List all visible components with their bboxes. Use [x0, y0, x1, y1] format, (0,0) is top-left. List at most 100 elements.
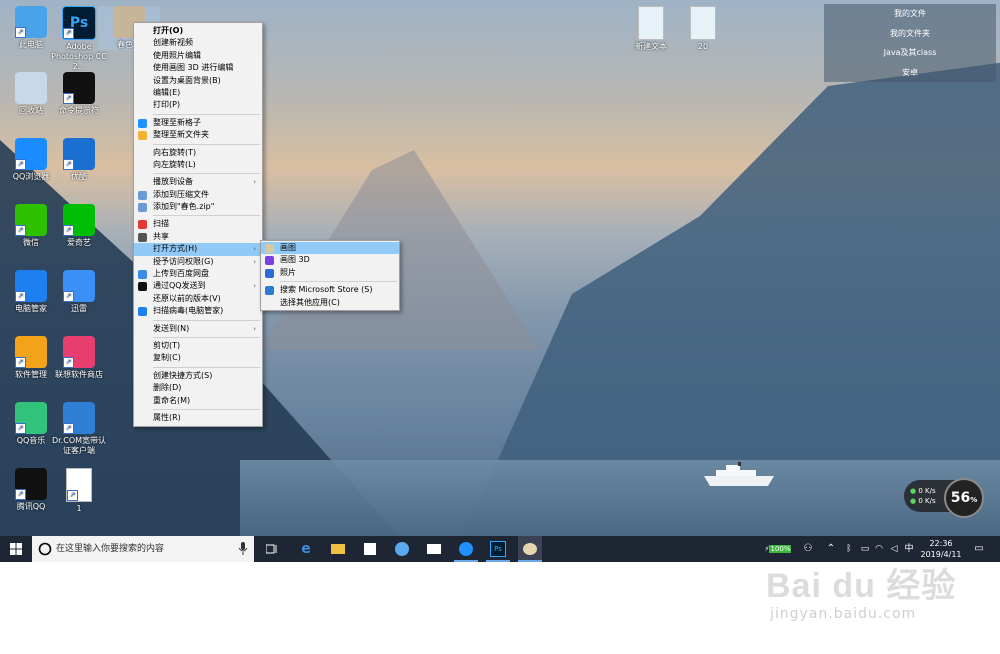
menu-item[interactable]: 属性(R)	[134, 412, 262, 424]
taskbar-qq-browser[interactable]	[454, 536, 478, 562]
desktop-icon-label: Dr.COM宽带认证客户端	[51, 436, 107, 455]
action-center-button[interactable]: ▭	[970, 536, 988, 562]
menu-item-label: 使用画图 3D 进行编辑	[153, 63, 234, 73]
menu-item[interactable]: 上传到百度网盘	[134, 268, 262, 280]
tray-battery[interactable]: ▭	[858, 536, 872, 562]
taskbar-photoshop[interactable]: Ps	[486, 536, 510, 562]
pc-manager-icon: ↗	[15, 270, 47, 302]
menu-item[interactable]: 重命名(M)	[134, 395, 262, 407]
desktop-icon[interactable]: ↗ 优酷	[48, 138, 110, 182]
desktop-icon[interactable]: 20	[672, 6, 734, 52]
panel-item-my-folder[interactable]: 我的文件夹	[824, 24, 996, 44]
chevron-right-icon: ›	[253, 245, 256, 254]
menu-item-label: 创建新视频	[153, 38, 193, 48]
menu-item[interactable]: 画图 3D	[261, 254, 399, 266]
show-hidden-icons[interactable]: ⌃	[824, 536, 838, 562]
desktop-icon[interactable]: ↗ 1	[48, 468, 110, 514]
task-view-button[interactable]	[262, 536, 282, 562]
desktop-icon-label: 命令提示符	[59, 106, 99, 115]
taskbar-mail[interactable]	[424, 536, 444, 562]
menu-item[interactable]: 剪切(T)	[134, 340, 262, 352]
menu-item[interactable]: 设置为桌面背景(B)	[134, 75, 262, 87]
menu-item-label: 向左旋转(L)	[153, 159, 196, 169]
menu-item-label: 授予访问权限(G)	[153, 256, 214, 266]
menu-item[interactable]: 整理至新格子	[134, 117, 262, 129]
qq-icon	[138, 282, 147, 292]
network-speed-widget[interactable]: ● 0 K/s ● 0 K/s 56%	[904, 478, 984, 518]
thunder-icon: ↗	[63, 270, 95, 302]
desktop-icon[interactable]: ↗ 联想软件商店	[48, 336, 110, 380]
menu-item[interactable]: 删除(D)	[134, 382, 262, 394]
tray-wifi[interactable]: ◠	[872, 536, 886, 562]
menu-item[interactable]: 通过QQ发送到 ›	[134, 280, 262, 292]
desktop[interactable]: ↗ 此电脑 Ps ↗ Adobe Photoshop CC 2... 春色... 回收站 ↗ 命…	[0, 0, 1000, 562]
menu-item[interactable]: 打印(P)	[134, 99, 262, 111]
open-with-submenu: 画图 画图 3D 照片搜索 Microsoft Store (S) 选择其他应用(C)	[260, 240, 400, 311]
people-button[interactable]: ⚇	[800, 536, 816, 562]
shortcut-arrow-icon: ↗	[63, 291, 74, 302]
scan-icon	[138, 220, 147, 230]
menu-item[interactable]: 编辑(E)	[134, 87, 262, 99]
start-button[interactable]	[0, 536, 32, 562]
panel-item-android[interactable]: 安卓	[824, 63, 996, 83]
desktop-icon-label: 1	[76, 504, 82, 513]
tray-volume[interactable]: ◁	[887, 536, 901, 562]
menu-item[interactable]: 整理至新文件夹	[134, 129, 262, 141]
battery-indicator[interactable]: ⚡100%	[762, 536, 794, 562]
menu-item[interactable]: 还原以前的版本(V)	[134, 293, 262, 305]
photos-icon	[265, 268, 274, 278]
menu-item[interactable]: 向左旋转(L)	[134, 159, 262, 171]
menu-item[interactable]: 选择其他应用(C)	[261, 297, 399, 309]
menu-item[interactable]: 共享	[134, 231, 262, 243]
microphone-icon[interactable]	[238, 542, 248, 556]
menu-item[interactable]: 画图	[261, 242, 399, 255]
menu-item[interactable]: 搜索 Microsoft Store (S)	[261, 284, 399, 296]
desktop-icon[interactable]: ↗ 爱奇艺	[48, 204, 110, 248]
desktop-icon[interactable]: ↗ 命令提示符	[48, 72, 110, 116]
ime-indicator[interactable]: 中	[902, 536, 916, 562]
shortcut-arrow-icon: ↗	[63, 357, 74, 368]
qq-browser-icon: ↗	[15, 138, 47, 170]
task-view-icon	[265, 544, 277, 554]
menu-item[interactable]: 创建新视频	[134, 37, 262, 49]
shortcut-arrow-icon: ↗	[15, 423, 26, 434]
menu-item[interactable]: 使用照片编辑	[134, 50, 262, 62]
menu-item[interactable]: 扫描	[134, 218, 262, 230]
qq-icon: ↗	[15, 468, 47, 500]
menu-item[interactable]: 添加到"春色.zip"	[134, 201, 262, 213]
taskbar-store[interactable]	[360, 536, 380, 562]
menu-item[interactable]: 添加到压缩文件	[134, 189, 262, 201]
taskbar-explorer[interactable]	[328, 536, 348, 562]
menu-item-label: 创建快捷方式(S)	[153, 370, 213, 380]
menu-item[interactable]: 打开方式(H) ›	[134, 243, 262, 256]
desktop-icon[interactable]: ↗ 迅雷	[48, 270, 110, 314]
menu-separator	[153, 319, 260, 321]
menu-item[interactable]: 发送到(N) ›	[134, 323, 262, 335]
menu-item[interactable]: 创建快捷方式(S)	[134, 370, 262, 382]
menu-item[interactable]: 照片	[261, 267, 399, 279]
menu-item[interactable]: 使用画图 3D 进行编辑	[134, 62, 262, 74]
panel-item-java[interactable]: Java及其class	[824, 43, 996, 63]
menu-item-label: 通过QQ发送到	[153, 281, 206, 291]
taskbar-clock-app[interactable]	[392, 536, 412, 562]
photoshop-icon: Ps	[490, 541, 506, 557]
menu-item[interactable]: 复制(C)	[134, 352, 262, 364]
clock[interactable]: 22:36 2019/4/11	[918, 536, 964, 564]
menu-item[interactable]: 播放到设备 ›	[134, 176, 262, 188]
upload-speed: 0 K/s	[918, 487, 936, 495]
menu-item[interactable]: 打开(O)	[134, 25, 262, 37]
computer-icon: ↗	[15, 6, 47, 38]
store-icon	[364, 543, 376, 555]
desktop-icon[interactable]: ↗ Dr.COM宽带认证客户端	[48, 402, 110, 456]
tray-bluetooth[interactable]: ᛒ	[842, 536, 856, 562]
taskbar-search-box[interactable]: 在这里输入你要搜索的内容	[32, 536, 254, 562]
shortcut-arrow-icon: ↗	[15, 159, 26, 170]
taskbar-edge[interactable]: e	[296, 536, 316, 562]
menu-item[interactable]: 授予访问权限(G) ›	[134, 256, 262, 268]
menu-item[interactable]: 向右旋转(T)	[134, 147, 262, 159]
menu-item[interactable]: 扫描病毒(电脑管家)	[134, 305, 262, 317]
panel-item-my-files[interactable]: 我的文件	[824, 4, 996, 24]
chevron-up-icon: ⌃	[826, 543, 836, 554]
drcom-icon: ↗	[63, 402, 95, 434]
taskbar-paint[interactable]	[518, 536, 542, 562]
